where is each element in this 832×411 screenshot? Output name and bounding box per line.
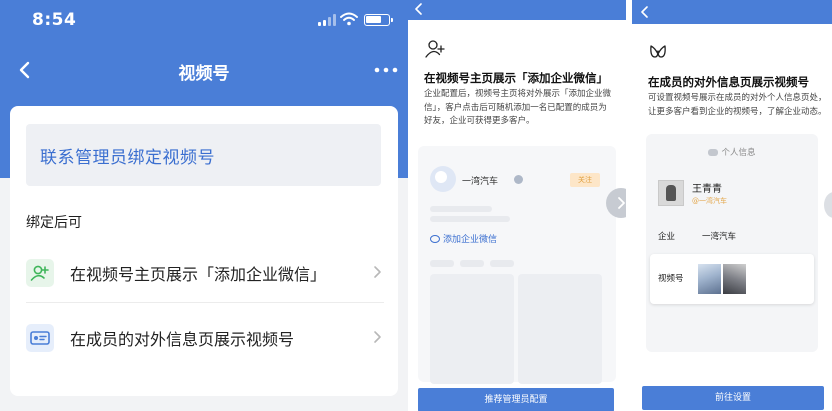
placeholder-line (430, 260, 454, 267)
channels-bind-screen: 8:54 视频号 联系管理员绑定视频号 绑定后可 在视频号主页展示「添加企业微信… (0, 0, 408, 411)
nav-bar: 视频号 (0, 50, 408, 90)
page-title: 视频号 (178, 64, 230, 84)
nav-bar (408, 0, 626, 20)
add-user-icon (26, 259, 54, 287)
enterprise-value: 一湾汽车 (702, 232, 737, 242)
video-thumbnail-placeholder (430, 274, 514, 384)
add-wecom-link-label: 添加企业微信 (443, 235, 498, 245)
list-item-show-on-profile[interactable]: 在成员的对外信息页展示视频号 (26, 306, 384, 368)
channel-label: 视频号 (658, 274, 684, 284)
go-to-settings-button[interactable]: 前往设置 (642, 386, 824, 410)
verified-icon (514, 175, 523, 184)
recommend-admin-button[interactable]: 推荐管理员配置 (418, 388, 614, 411)
status-bar: 8:54 (0, 0, 408, 44)
company-tag: @一湾汽车 (692, 197, 727, 205)
list-item-label: 在视频号主页展示「添加企业微信」 (70, 265, 327, 284)
profile-header: 个人信息 (646, 146, 818, 158)
account-name: 一湾汽车 (462, 177, 499, 187)
screenshot-root: 8:54 视频号 联系管理员绑定视频号 绑定后可 在视频号主页展示「添加企业微信… (0, 0, 832, 411)
list-item-label: 在成员的对外信息页展示视频号 (70, 330, 295, 349)
chevron-right-icon (374, 266, 381, 278)
enterprise-label: 企业 (658, 232, 676, 242)
channels-logo-icon (650, 45, 666, 58)
follow-tag: 关注 (570, 173, 600, 187)
list-item-show-add-wecom[interactable]: 在视频号主页展示「添加企业微信」 (26, 241, 384, 303)
placeholder-line (460, 260, 484, 267)
add-wecom-link[interactable]: 添加企业微信 (430, 232, 497, 245)
placeholder-line (490, 260, 514, 267)
signal-icon (318, 14, 336, 26)
feature-title: 在视频号主页展示「添加企业微信」 (424, 71, 608, 85)
video-thumbnail (698, 264, 721, 294)
feature-description: 可设置视频号展示在成员的对外个人信息页处，让更多客户看到企业的视频号，了解企业动… (648, 93, 827, 117)
add-user-icon (425, 40, 445, 58)
avatar (658, 180, 684, 206)
nav-bar (632, 0, 832, 24)
bind-card: 联系管理员绑定视频号 绑定后可 在视频号主页展示「添加企业微信」 在成员的对外信… (10, 106, 398, 396)
contact-admin-bind-button[interactable]: 联系管理员绑定视频号 (26, 124, 381, 186)
video-thumbnail (723, 264, 746, 294)
member-profile-preview: 个人信息 王青青 @一湾汽车 企业 一湾汽车 视频号 (646, 134, 818, 352)
back-arrow-icon[interactable] (414, 3, 424, 15)
feature-title: 在成员的对外信息页展示视频号 (648, 75, 809, 89)
member-name: 王青青 (692, 184, 722, 195)
chat-icon (430, 235, 440, 243)
avatar (430, 166, 456, 192)
placeholder-line (430, 206, 492, 212)
feature-description: 企业配置后，视频号主页将对外展示「添加企业微信」，客户点击后可随机添加一名已配置… (424, 89, 612, 126)
back-arrow-icon[interactable] (640, 6, 650, 18)
more-icon[interactable] (372, 59, 400, 81)
channel-home-preview: 一湾汽车 关注 添加企业微信 (418, 146, 616, 384)
video-thumbnail-placeholder (518, 274, 602, 384)
battery-icon (364, 14, 393, 26)
wifi-icon (340, 12, 358, 26)
chevron-right-icon (374, 331, 381, 343)
placeholder-line (430, 216, 510, 222)
status-time: 8:54 (32, 10, 77, 30)
profile-header-label: 个人信息 (721, 148, 756, 158)
section-label: 绑定后可 (26, 215, 82, 231)
channel-card[interactable]: 视频号 (650, 254, 814, 304)
contact-admin-bind-label: 联系管理员绑定视频号 (40, 148, 215, 168)
chat-bubble-icon (708, 149, 719, 156)
chevron-right-icon (618, 197, 625, 209)
id-card-icon (26, 324, 54, 352)
